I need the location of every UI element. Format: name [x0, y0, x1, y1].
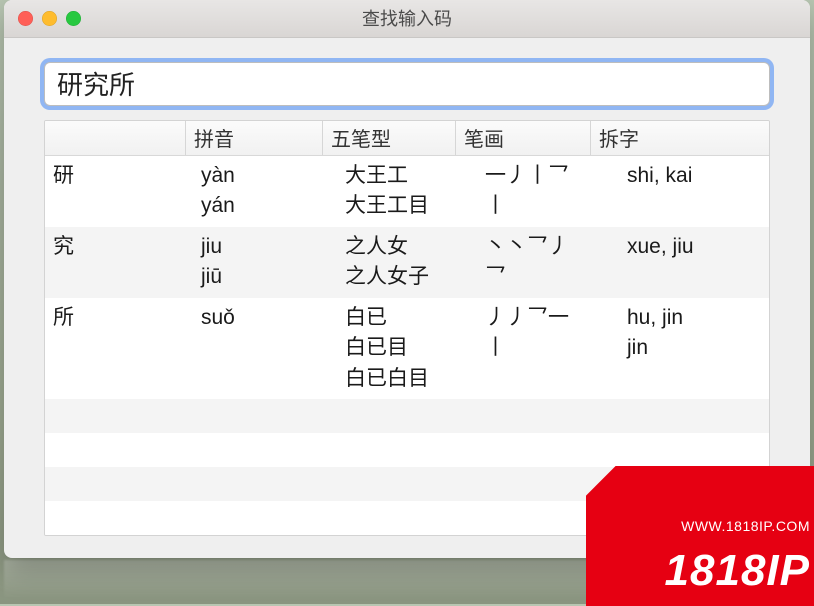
title-bar: 查找输入码 [4, 0, 810, 38]
cell-pinyin: jiu jiū [193, 227, 337, 298]
cell-wubi: 白已 白已目 白已白目 [337, 298, 477, 399]
cell-stroke: 丶丶乛丿 乛 [477, 227, 619, 298]
empty-row [45, 501, 769, 535]
table-body: 研yàn yán大王工 大王工目一丿丨乛 丨shi, kai究jiu jiū之人… [45, 156, 769, 535]
table-row[interactable]: 究jiu jiū之人女 之人女子丶丶乛丿 乛xue, jiu [45, 227, 769, 298]
cell-char: 所 [45, 298, 193, 399]
content-area: 拼音 五笔型 笔画 拆字 研yàn yán大王工 大王工目一丿丨乛 丨shi, … [4, 38, 810, 558]
window-title: 查找输入码 [4, 5, 810, 31]
empty-row [45, 467, 769, 501]
cell-stroke: 丿丿乛一 丨 [477, 298, 619, 399]
cell-split: xue, jiu [619, 227, 769, 298]
table-header: 拼音 五笔型 笔画 拆字 [45, 121, 769, 156]
col-stroke-header[interactable]: 笔画 [455, 121, 590, 155]
col-char-header[interactable] [45, 121, 185, 155]
minimize-icon[interactable] [42, 11, 57, 26]
window-reflection [4, 560, 810, 600]
col-split-header[interactable]: 拆字 [590, 121, 769, 155]
close-icon[interactable] [18, 11, 33, 26]
col-pinyin-header[interactable]: 拼音 [185, 121, 322, 155]
cell-wubi: 之人女 之人女子 [337, 227, 477, 298]
cell-stroke: 一丿丨乛 丨 [477, 156, 619, 227]
table-row[interactable]: 研yàn yán大王工 大王工目一丿丨乛 丨shi, kai [45, 156, 769, 227]
window-controls [18, 11, 81, 26]
col-wubi-header[interactable]: 五笔型 [322, 121, 455, 155]
cell-split: hu, jin jin [619, 298, 769, 399]
cell-char: 究 [45, 227, 193, 298]
empty-row [45, 433, 769, 467]
search-input[interactable] [44, 62, 770, 106]
cell-wubi: 大王工 大王工目 [337, 156, 477, 227]
result-table: 拼音 五笔型 笔画 拆字 研yàn yán大王工 大王工目一丿丨乛 丨shi, … [44, 120, 770, 536]
cell-pinyin: yàn yán [193, 156, 337, 227]
table-row[interactable]: 所suǒ白已 白已目 白已白目丿丿乛一 丨hu, jin jin [45, 298, 769, 399]
lookup-window: 查找输入码 拼音 五笔型 笔画 拆字 研yàn yán大王工 大王工目一丿丨乛 … [4, 0, 810, 558]
empty-row [45, 399, 769, 433]
zoom-icon[interactable] [66, 11, 81, 26]
cell-pinyin: suǒ [193, 298, 337, 399]
cell-split: shi, kai [619, 156, 769, 227]
cell-char: 研 [45, 156, 193, 227]
